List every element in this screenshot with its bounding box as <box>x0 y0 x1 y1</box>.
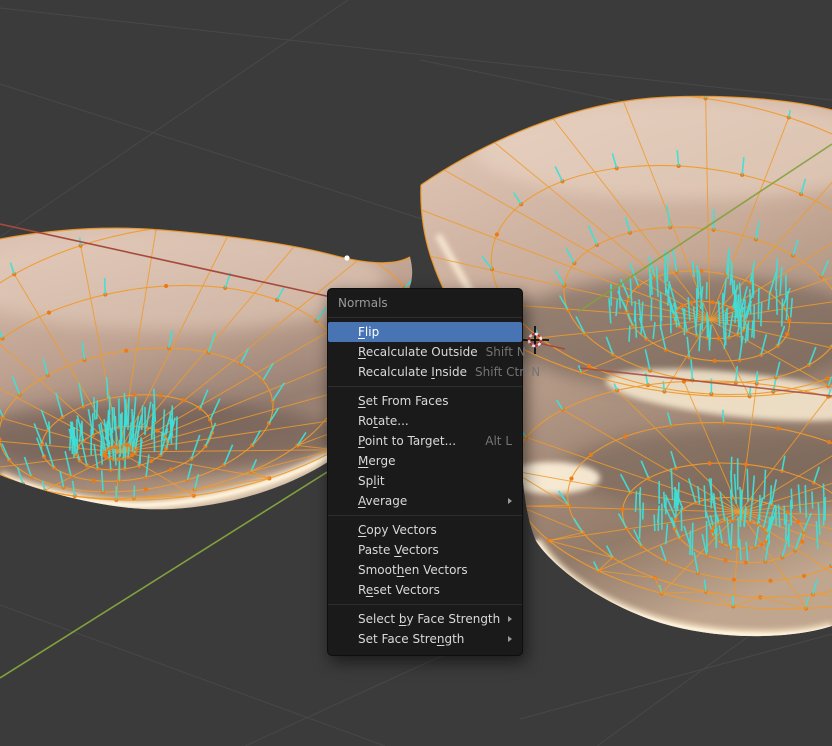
context-menu-normals: Normals Flip Recalculate Outside Shift N… <box>327 288 523 656</box>
submenu-arrow-icon <box>508 498 512 504</box>
submenu-arrow-icon <box>508 616 512 622</box>
menu-item-split[interactable]: Split <box>328 471 522 491</box>
shortcut-label: Shift Ctrl N <box>467 365 540 379</box>
menu-group-1: Flip Recalculate Outside Shift N Recalcu… <box>328 317 522 386</box>
menu-item-smoothen-vectors[interactable]: Smoothen Vectors <box>328 560 522 580</box>
active-vertex <box>344 255 349 260</box>
menu-item-set-from-faces[interactable]: Set From Faces <box>328 391 522 411</box>
menu-group-3: Copy Vectors Paste Vectors Smoothen Vect… <box>328 515 522 604</box>
menu-item-merge[interactable]: Merge <box>328 451 522 471</box>
menu-item-copy-vectors[interactable]: Copy Vectors <box>328 520 522 540</box>
blender-3d-viewport[interactable]: Normals Flip Recalculate Outside Shift N… <box>0 0 832 746</box>
menu-group-4: Select by Face Strength Set Face Strengt… <box>328 604 522 653</box>
submenu-arrow-icon <box>508 636 512 642</box>
menu-item-average[interactable]: Average <box>328 491 522 511</box>
menu-item-paste-vectors[interactable]: Paste Vectors <box>328 540 522 560</box>
menu-group-2: Set From Faces Rotate... Point to Target… <box>328 386 522 515</box>
menu-item-flip[interactable]: Flip <box>328 322 522 342</box>
menu-item-reset-vectors[interactable]: Reset Vectors <box>328 580 522 600</box>
menu-item-recalculate-inside[interactable]: Recalculate Inside Shift Ctrl N <box>328 362 522 382</box>
menu-item-recalculate-outside[interactable]: Recalculate Outside Shift N <box>328 342 522 362</box>
menu-item-set-face-strength[interactable]: Set Face Strength <box>328 629 522 649</box>
shortcut-label: Alt L <box>477 434 512 448</box>
shortcut-label: Shift N <box>478 345 526 359</box>
menu-item-point-to-target[interactable]: Point to Target... Alt L <box>328 431 522 451</box>
menu-item-rotate[interactable]: Rotate... <box>328 411 522 431</box>
menu-item-select-by-face-strength[interactable]: Select by Face Strength <box>328 609 522 629</box>
menu-title: Normals <box>328 289 522 317</box>
